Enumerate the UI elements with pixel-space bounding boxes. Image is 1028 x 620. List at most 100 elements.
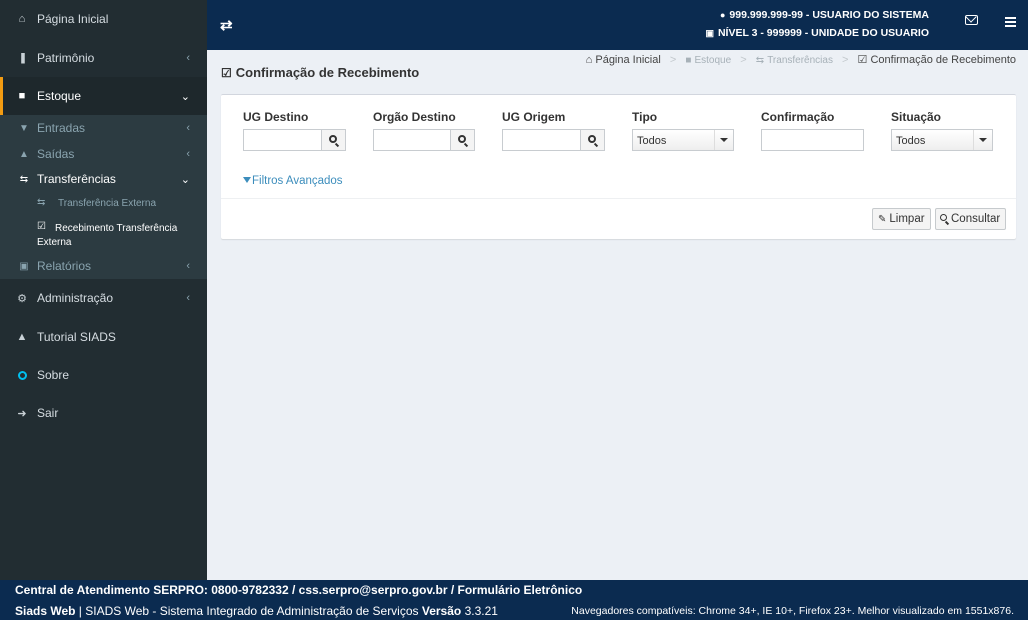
ug-origem-input[interactable] <box>502 129 581 151</box>
orgao-destino-search-button[interactable] <box>450 129 475 151</box>
breadcrumb-item-pagina-inicial[interactable]: Página Inicial <box>595 54 660 66</box>
sidebar-item-sair[interactable]: ➜ Sair <box>0 394 207 432</box>
sidebar-item-label: Recebimento Transferência Externa <box>37 223 178 248</box>
upload-icon: ▲ <box>19 148 29 160</box>
top-bar: ⇄ ● 999.999.999-99 - USUARIO DO SISTEMA ▣… <box>207 0 1028 50</box>
clear-button[interactable]: ✎ Limpar <box>872 208 931 230</box>
sidebar-item-label: Estoque <box>37 89 82 103</box>
tipo-select-value: Todos <box>637 135 667 147</box>
sidebar-item-recebimento-transferencia-externa[interactable]: ☑ Recebimento Transferência Externa <box>0 221 207 249</box>
sidebar-item-label: Página Inicial <box>37 12 109 26</box>
search-icon <box>587 135 596 143</box>
sidebar-item-pagina-inicial[interactable]: ⌂ Página Inicial <box>0 0 207 38</box>
footer-browsers: Navegadores compatíveis: Chrome 34+, IE … <box>571 605 1014 617</box>
cogs-icon: ⚙ <box>17 292 27 305</box>
eraser-icon: ✎ <box>878 213 887 225</box>
sidebar-item-label: Entradas <box>37 121 86 135</box>
check-square-icon: ☑ <box>221 66 232 80</box>
sidebar-item-administracao[interactable]: ⚙ Administração ‹ <box>0 279 207 317</box>
orgao-destino-input[interactable] <box>373 129 452 151</box>
sidebar-item-saidas[interactable]: ▲ Saídas ‹ <box>0 146 207 162</box>
user-name: 999.999.999-99 - USUARIO DO SISTEMA <box>729 9 929 21</box>
sidebar-item-entradas[interactable]: ▼ Entradas ‹ <box>0 120 207 136</box>
breadcrumb-separator: > <box>669 54 677 66</box>
caret-down-icon <box>973 130 992 150</box>
user-icon: ● <box>719 10 726 20</box>
footer: Central de Atendimento SERPRO: 0800-9782… <box>0 580 1028 620</box>
print-icon: ▣ <box>19 260 29 272</box>
breadcrumb-item-transferencias[interactable]: Transferências <box>767 55 833 66</box>
breadcrumb: ⌂ Página Inicial > ■ Estoque > ⇆ Transfe… <box>586 53 1016 66</box>
footer-version-label: Versão <box>421 604 462 618</box>
breadcrumb-item-estoque[interactable]: Estoque <box>694 55 731 66</box>
sidebar-item-transferencia-externa[interactable]: ⇆ Transferência Externa <box>0 197 207 211</box>
ug-destino-input[interactable] <box>243 129 322 151</box>
breadcrumb-item-current: Confirmação de Recebimento <box>870 54 1016 66</box>
sidebar-item-label: Sobre <box>37 368 70 382</box>
user-level-text: NÍVEL 3 - 999999 - UNIDADE DO USUARIO <box>717 27 929 39</box>
search-icon <box>328 135 337 143</box>
advanced-filters-label: Filtros Avançados <box>252 175 343 187</box>
exchange-icon: ⇆ <box>37 197 46 208</box>
sign-in-icon: ➜ <box>17 407 27 420</box>
chevron-left-icon: ‹ <box>186 122 190 134</box>
sidebar-item-label: Administração <box>37 291 114 305</box>
archive-icon: ■ <box>685 55 692 66</box>
user-level: ▣ NÍVEL 3 - 999999 - UNIDADE DO USUARIO <box>705 27 929 39</box>
sidebar-item-label: Sair <box>37 406 59 420</box>
chevron-down-icon: ⌄ <box>180 173 190 186</box>
ug-origem-label: UG Origem <box>502 110 566 124</box>
sidebar-toggle-icon[interactable]: ⇄ <box>220 16 233 34</box>
footer-contact: Central de Atendimento SERPRO: 0800-9782… <box>15 583 583 597</box>
sidebar-item-label: Saídas <box>37 147 75 161</box>
graduation-cap-icon: ▲ <box>16 330 28 343</box>
sidebar-item-tutorial-siads[interactable]: ▲ Tutorial SIADS <box>0 317 207 356</box>
sidebar-item-label: Patrimônio <box>37 50 95 65</box>
envelope-icon[interactable] <box>965 15 978 25</box>
search-button[interactable]: Consultar <box>935 208 1007 230</box>
exchange-icon: ⇆ <box>755 55 765 66</box>
sidebar-item-label: Relatórios <box>37 259 92 273</box>
sidebar-item-label: Tutorial SIADS <box>37 329 116 344</box>
orgao-destino-label: Orgão Destino <box>373 110 456 124</box>
footer-app-info: Siads Web | SIADS Web - Sistema Integrad… <box>15 604 498 618</box>
archive-icon: ■ <box>18 90 26 102</box>
sitemap-icon: ▣ <box>705 28 714 38</box>
home-icon: ⌂ <box>18 13 26 25</box>
sidebar-item-sobre[interactable]: Sobre <box>0 356 207 394</box>
sidebar-item-relatorios[interactable]: ▣ Relatórios ‹ <box>0 258 207 274</box>
chevron-down-icon: ⌄ <box>180 90 190 103</box>
sidebar-item-label: Transferências <box>37 172 116 186</box>
page-title: ☑ Confirmação de Recebimento <box>221 65 419 80</box>
filter-icon <box>243 177 251 183</box>
sidebar-item-transferencias[interactable]: ⇆ Transferências ⌄ <box>0 171 207 187</box>
chevron-left-icon: ‹ <box>186 51 190 64</box>
clear-button-label: Limpar <box>889 213 925 225</box>
breadcrumb-separator: > <box>740 54 747 66</box>
search-icon <box>457 135 466 143</box>
chevron-left-icon: ‹ <box>186 260 190 272</box>
check-square-icon: ☑ <box>857 54 868 66</box>
tipo-select[interactable]: Todos <box>632 129 734 151</box>
menu-icon[interactable] <box>1005 17 1016 27</box>
situacao-label: Situação <box>891 110 942 124</box>
exchange-icon: ⇆ <box>19 173 29 185</box>
tipo-label: Tipo <box>632 110 658 124</box>
sidebar-item-estoque[interactable]: ■ Estoque ⌄ <box>0 77 207 115</box>
sidebar-item-patrimonio[interactable]: ||| Patrimônio ‹ <box>0 38 207 77</box>
sidebar-item-label: Transferência Externa <box>58 198 157 209</box>
situacao-select[interactable]: Todos <box>891 129 993 151</box>
confirmacao-input[interactable] <box>761 129 864 151</box>
search-button-label: Consultar <box>951 213 1001 225</box>
page-title-text: Confirmação de Recebimento <box>235 65 420 80</box>
ug-origem-search-button[interactable] <box>580 129 605 151</box>
footer-app-name: Siads Web <box>15 604 76 618</box>
ug-destino-search-button[interactable] <box>321 129 346 151</box>
filter-panel: UG Destino Orgão Destino UG Origem Tipo … <box>221 94 1016 239</box>
situacao-select-value: Todos <box>896 135 926 147</box>
advanced-filters-link[interactable]: Filtros Avançados <box>243 175 343 187</box>
chevron-left-icon: ‹ <box>186 148 190 160</box>
circle-icon <box>15 368 29 382</box>
sidebar: ⌂ Página Inicial ||| Patrimônio ‹ ■ Esto… <box>0 0 207 580</box>
confirmacao-label: Confirmação <box>761 110 835 124</box>
